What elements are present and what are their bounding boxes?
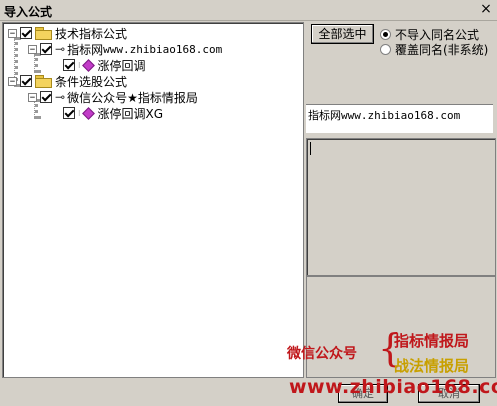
radio-button-selected[interactable] [380,28,391,40]
tree-node-wechat-group[interactable]: − ⊸ 微信公众号★指标情报局 [28,89,198,105]
description-textarea[interactable] [306,138,496,276]
dialog-title: 导入公式 [4,5,53,19]
checkbox[interactable] [63,59,75,71]
checkbox[interactable] [63,107,75,119]
collapse-toggle[interactable]: − [28,92,37,102]
formula-dots-icon: ⁝ [78,108,81,118]
checkbox[interactable] [40,91,52,103]
close-button[interactable]: × [478,2,494,16]
checkbox[interactable] [20,27,32,39]
info-text-url: www.zhibiao168.com [341,109,461,122]
formula-gem-icon [81,106,95,120]
formula-dots-icon: ⁝ [78,60,81,70]
collapse-toggle[interactable]: − [8,76,17,86]
watermark-url: www.zhibiao168.com [289,376,497,398]
info-text-prefix: 指标网 [308,109,341,122]
key-icon: ⊸ [55,90,66,104]
folder-icon [35,75,52,88]
tree-node-label-url: www.zhibiao168.com [103,42,223,56]
import-formula-dialog: 导入公式 × − 技术指标公式 − ⊸ 指标网 www.zhibiao168.c… [0,0,497,406]
checkbox[interactable] [40,43,52,55]
tree-node-label: 技术指标公式 [55,26,128,41]
formula-gem-icon [81,58,95,72]
key-icon: ⊸ [55,42,66,56]
tree-node-label: 条件选股公式 [55,74,128,89]
tree-node-label-prefix: 指标网 [67,42,104,57]
tree-node-formula-limitup-xg[interactable]: ⁝ 涨停回调XG [48,105,163,121]
collapse-toggle[interactable]: − [8,28,17,38]
text-caret [310,142,311,155]
tree-node-formula-limitup[interactable]: ⁝ 涨停回调 [48,57,146,73]
tree-node-label: 涨停回调 [97,58,146,73]
tree-node-tech-indicator-folder[interactable]: − 技术指标公式 [8,25,127,41]
title-bar: 导入公式 × [0,0,497,21]
info-text: 指标网www.zhibiao168.com [308,107,460,123]
checkbox[interactable] [20,75,32,87]
radio-overwrite[interactable]: 覆盖同名(非系统) [380,42,489,57]
watermark-wechat-text: 微信公众号 [287,346,357,362]
tree-node-zhibiao-group[interactable]: − ⊸ 指标网 www.zhibiao168.com [28,41,222,57]
watermark-line1: 指标情报局 [394,332,470,350]
tree-node-label: 涨停回调XG [97,106,164,121]
radio-no-import[interactable]: 不导入同名公式 [380,27,479,42]
tree-node-stock-screen-folder[interactable]: − 条件选股公式 [8,73,127,89]
radio-label: 覆盖同名(非系统) [395,42,489,57]
tree-node-label: 微信公众号★指标情报局 [67,90,198,105]
formula-info-box: 指标网www.zhibiao168.com [306,104,493,133]
radio-button[interactable] [380,43,391,55]
folder-icon [35,27,52,40]
formula-tree[interactable]: − 技术指标公式 − ⊸ 指标网 www.zhibiao168.com ⁝ 涨停… [2,22,304,378]
select-all-button[interactable]: 全部选中 [311,24,374,44]
collapse-toggle[interactable]: − [28,44,37,54]
watermark-line2: 战法情报局 [394,357,470,375]
